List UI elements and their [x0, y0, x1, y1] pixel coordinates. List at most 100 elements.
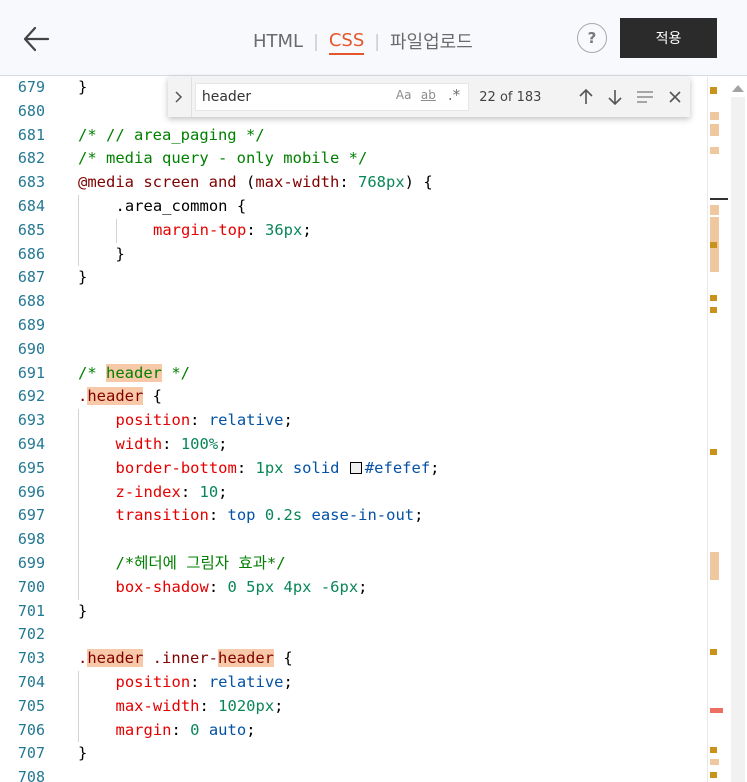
match-count: 22 of 183 — [479, 89, 542, 105]
overview-marker — [710, 307, 717, 313]
code-line[interactable]: 697 transition: top 0.2s ease-in-out; — [0, 504, 707, 529]
code-line[interactable]: 704 position: relative; — [0, 671, 707, 695]
help-button[interactable]: ? — [577, 23, 607, 53]
code-line[interactable]: 683 @media screen and (max-width: 768px) … — [0, 171, 707, 195]
apply-button[interactable]: 적용 — [620, 18, 717, 58]
code-line[interactable]: 708 — [0, 766, 707, 782]
code-token: { — [274, 649, 293, 668]
overview-marker — [710, 708, 723, 713]
indent-guide — [78, 218, 79, 243]
code-token: : — [208, 577, 228, 596]
indent-guide — [78, 575, 79, 600]
code-token: 0 5px 4px -6px — [227, 577, 359, 596]
code-line[interactable]: 701} — [0, 600, 707, 624]
overview-marker — [710, 295, 717, 301]
code-line[interactable]: 688 — [0, 290, 707, 314]
indent-guide — [78, 552, 79, 576]
help-icon: ? — [587, 29, 597, 47]
tab-css[interactable]: CSS — [328, 30, 365, 55]
line-number: 699 — [17, 554, 45, 572]
code-line[interactable]: 682 /* media query - only mobile */ — [0, 147, 707, 171]
line-number: 696 — [17, 482, 45, 501]
code-line[interactable]: 690 — [0, 338, 707, 362]
code-token: 1px — [255, 458, 284, 477]
back-button[interactable] — [20, 22, 54, 56]
find-input[interactable] — [201, 89, 382, 105]
tab-file-upload[interactable]: 파일업로드 — [390, 28, 473, 56]
whole-word-option[interactable]: ab — [421, 88, 436, 102]
color-swatch[interactable] — [349, 461, 362, 474]
line-number: 703 — [17, 649, 45, 668]
code-line[interactable]: 694 width: 100%; — [0, 433, 707, 457]
code-text: width: 100%; — [116, 433, 228, 457]
code-line[interactable]: 687} — [0, 266, 707, 290]
code-line[interactable]: 684 .area_common { — [0, 195, 707, 219]
tab-html[interactable]: HTML — [253, 31, 303, 54]
match-case-option[interactable]: Aa — [396, 88, 412, 102]
previous-match-button[interactable] — [571, 82, 601, 112]
regex-option[interactable]: .* — [448, 86, 460, 104]
code-text: } — [116, 243, 125, 267]
close-find-button[interactable] — [660, 82, 690, 112]
code-text: } — [78, 266, 87, 290]
code-line[interactable]: 686} — [0, 242, 707, 267]
code-line[interactable]: 691 /* header */ — [0, 362, 707, 386]
code-token: ; — [274, 696, 284, 715]
find-in-selection-button[interactable] — [630, 82, 660, 112]
code-editor[interactable]: 679} 680 681 /* // area_paging */ 682 /* medi… — [0, 77, 747, 782]
code-line[interactable]: 702 — [0, 623, 707, 647]
code-line[interactable]: 703 .header .inner-header { — [0, 647, 707, 671]
line-number: 705 — [17, 696, 45, 715]
selection-lines-icon — [637, 91, 654, 103]
code-text: .header { — [78, 385, 162, 409]
code-line[interactable]: 705 max-width: 1020px; — [0, 694, 707, 719]
line-number: 692 — [17, 387, 45, 406]
line-number: 687 — [17, 268, 45, 287]
code-line[interactable]: 695 border-bottom: 1px solid #efefef; — [0, 456, 707, 481]
code-token: . — [78, 387, 88, 406]
tab-separator: | — [374, 32, 380, 52]
arrow-down-icon — [608, 90, 623, 106]
editor-toolbar: HTML | CSS | 파일업로드 ? 적용 — [0, 0, 747, 76]
code-token: } — [115, 244, 125, 263]
line-number: 704 — [17, 673, 45, 691]
scroll-up-arrow-icon[interactable] — [732, 85, 744, 92]
close-icon — [669, 91, 681, 103]
line-number: 681 — [17, 125, 45, 144]
code-token: .inner- — [143, 649, 218, 668]
scrollbar-track[interactable] — [731, 97, 745, 782]
code-line[interactable]: 689 — [0, 314, 707, 338]
indent-guide — [78, 195, 79, 219]
code-token: : — [236, 458, 256, 477]
code-line[interactable]: 696 z-index: 10; — [0, 480, 707, 505]
code-line[interactable]: 698 — [0, 528, 707, 552]
code-line[interactable]: 681 /* // area_paging */ — [0, 124, 707, 148]
code-token: 0 — [190, 720, 200, 739]
code-token: : — [180, 482, 200, 501]
code-token: { — [143, 387, 163, 406]
code-token: ; — [246, 720, 256, 739]
overview-ruler-scrollbar[interactable] — [707, 77, 747, 782]
next-match-button[interactable] — [601, 82, 631, 112]
line-number: 684 — [17, 197, 45, 215]
language-tabs: HTML | CSS | 파일업로드 — [253, 28, 473, 56]
code-token: 1020px — [218, 696, 275, 715]
code-text: } — [78, 600, 87, 624]
code-text: position: relative; — [116, 409, 293, 433]
code-line[interactable]: 706 margin: 0 auto; — [0, 718, 707, 743]
code-line[interactable]: 707} — [0, 742, 707, 766]
code-line[interactable]: 699 /*헤더에 그림자 효과*/ — [0, 552, 707, 576]
line-number: 685 — [17, 220, 45, 239]
code-line[interactable]: 700 box-shadow: 0 5px 4px -6px; — [0, 575, 707, 600]
code-token: @media screen and — [78, 173, 246, 192]
code-line[interactable]: 685 margin-top: 36px; — [0, 218, 707, 243]
overview-marker — [710, 124, 719, 136]
code-line[interactable]: 692 .header { — [0, 385, 707, 409]
code-token: } — [78, 268, 88, 287]
indent-guide — [78, 671, 79, 695]
indent-guide — [78, 456, 79, 481]
code-line[interactable]: 693 position: relative; — [0, 409, 707, 433]
code-text: .header .inner-header { — [78, 647, 293, 671]
line-number: 680 — [17, 101, 45, 120]
toggle-replace-button[interactable] — [168, 77, 192, 117]
